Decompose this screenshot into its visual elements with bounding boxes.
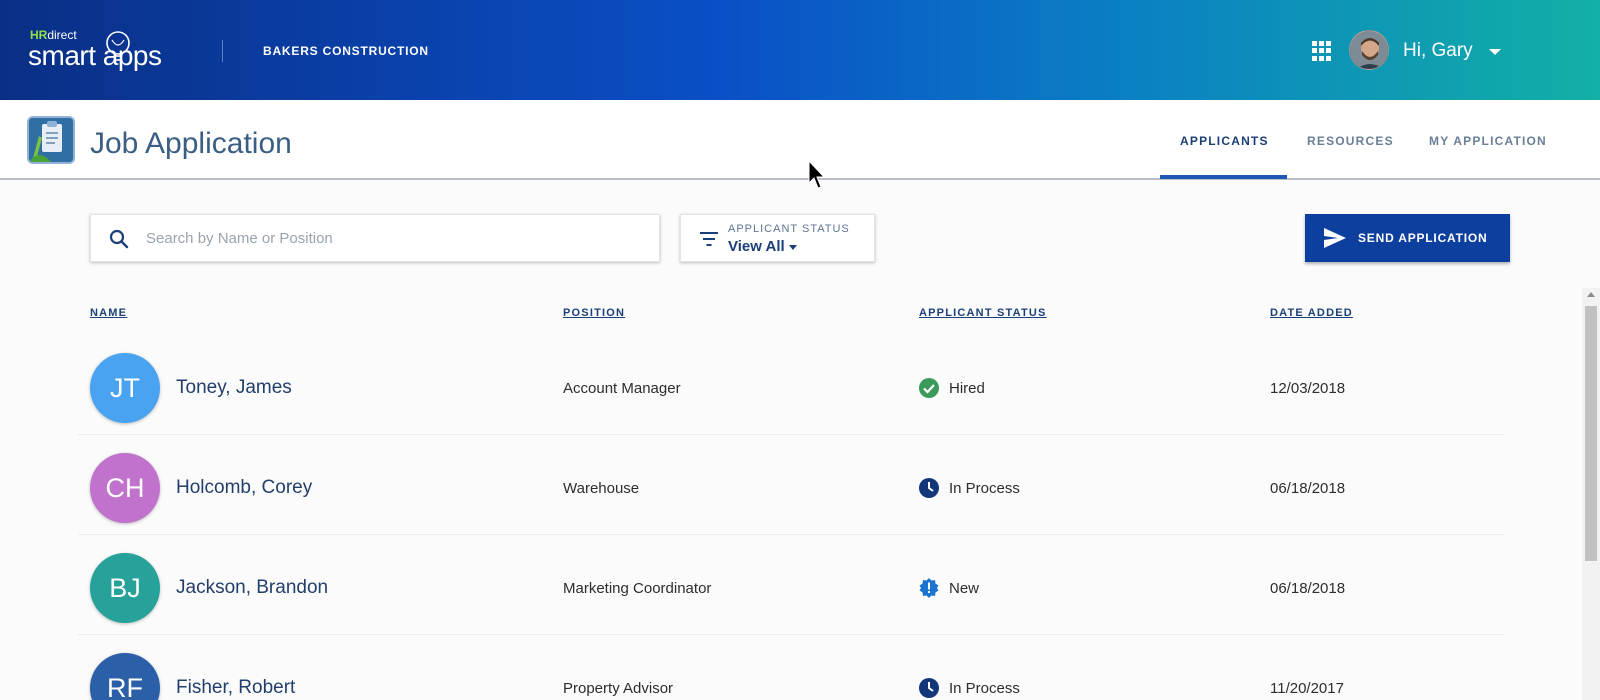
applicant-status-filter[interactable]: APPLICANT STATUS View All: [680, 214, 875, 262]
job-application-app-icon: [27, 116, 75, 164]
app-grid-icon[interactable]: [1312, 41, 1332, 61]
clock-icon: [919, 678, 939, 698]
column-header-date[interactable]: DATE ADDED: [1270, 307, 1353, 319]
user-greeting[interactable]: Hi, Gary: [1403, 40, 1473, 62]
table-row[interactable]: JT Toney, James Account Manager Hired 12…: [78, 335, 1504, 435]
scroll-up-arrow-icon[interactable]: [1587, 292, 1595, 297]
applicant-status: In Process: [949, 480, 1020, 497]
applicant-status: Hired: [949, 380, 985, 397]
active-tab-indicator: [1160, 175, 1287, 179]
column-header-name[interactable]: NAME: [90, 307, 127, 319]
column-header-position[interactable]: POSITION: [563, 307, 625, 319]
check-circle-icon: [919, 378, 939, 398]
send-icon: [1324, 228, 1346, 248]
tab-applicants[interactable]: APPLICANTS: [1180, 134, 1269, 148]
search-input[interactable]: [146, 215, 646, 261]
send-application-label: SEND APPLICATION: [1358, 231, 1488, 245]
applicant-status: New: [949, 580, 980, 597]
table-row[interactable]: CH Holcomb, Corey Warehouse In Process 0…: [78, 435, 1504, 535]
top-header: HRdirect smart apps BAKERS CONSTRUCTION …: [0, 0, 1600, 100]
applicant-position: Account Manager: [563, 380, 681, 397]
search-icon: [109, 229, 129, 249]
filter-value[interactable]: View All: [728, 238, 797, 255]
table-row[interactable]: RF Fisher, Robert Property Advisor In Pr…: [78, 635, 1504, 700]
applicant-status: In Process: [949, 680, 1020, 697]
tab-my-application[interactable]: MY APPLICATION: [1429, 134, 1547, 148]
filter-icon: [700, 232, 718, 246]
avatar: CH: [90, 453, 160, 523]
avatar: RF: [90, 653, 160, 700]
scrollbar-thumb[interactable]: [1585, 306, 1597, 561]
chevron-down-icon: [788, 244, 797, 250]
applicant-position: Marketing Coordinator: [563, 580, 712, 597]
app-bar: Job Application APPLICANTS RESOURCES MY …: [0, 100, 1600, 180]
user-photo-icon: [1350, 31, 1388, 69]
send-application-button[interactable]: SEND APPLICATION: [1305, 214, 1510, 262]
avatar: JT: [90, 353, 160, 423]
tab-resources[interactable]: RESOURCES: [1307, 134, 1394, 148]
date-added: 11/20/2017: [1270, 680, 1344, 697]
product-name: smart apps: [28, 40, 162, 71]
table-row[interactable]: BJ Jackson, Brandon Marketing Coordinato…: [78, 535, 1504, 635]
avatar: BJ: [90, 553, 160, 623]
mouse-cursor-icon: [808, 160, 826, 189]
applicant-name[interactable]: Jackson, Brandon: [176, 577, 328, 599]
column-header-status[interactable]: APPLICANT STATUS: [919, 307, 1047, 319]
user-avatar[interactable]: [1349, 30, 1389, 70]
search-box[interactable]: [90, 214, 660, 262]
user-menu-caret-icon[interactable]: [1489, 49, 1501, 55]
clock-icon: [919, 478, 939, 498]
date-added: 06/18/2018: [1270, 580, 1346, 597]
header-divider: [222, 40, 223, 62]
applicant-name[interactable]: Fisher, Robert: [176, 677, 295, 699]
date-added: 12/03/2018: [1270, 380, 1346, 397]
page-title: Job Application: [90, 127, 292, 160]
date-added: 06/18/2018: [1270, 480, 1346, 497]
badge-alert-icon: [919, 578, 939, 598]
applicant-name[interactable]: Toney, James: [176, 377, 292, 399]
filter-label: APPLICANT STATUS: [728, 223, 850, 235]
applicant-position: Property Advisor: [563, 680, 674, 697]
applicant-position: Warehouse: [563, 480, 640, 497]
applicant-name[interactable]: Holcomb, Corey: [176, 477, 312, 499]
company-name: BAKERS CONSTRUCTION: [263, 44, 429, 58]
